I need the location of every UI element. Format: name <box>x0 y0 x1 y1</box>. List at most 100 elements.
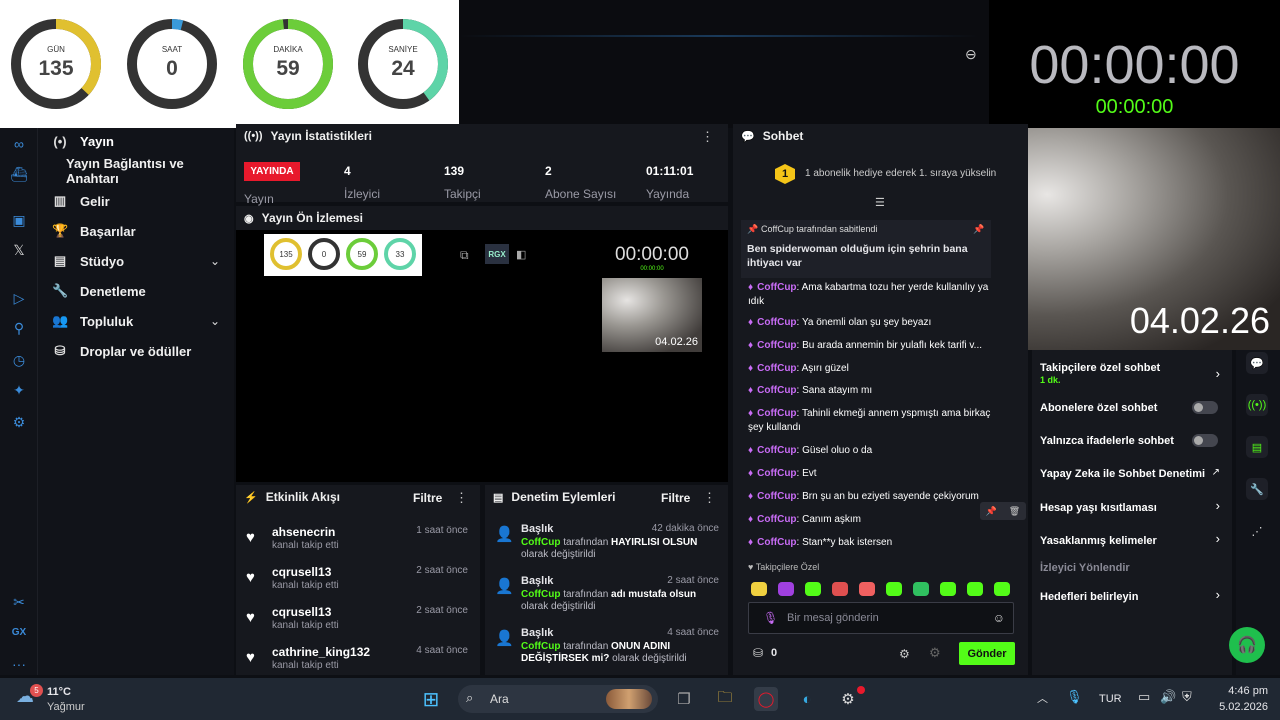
toggle-icon[interactable]: ◧ <box>516 248 526 261</box>
cut-icon[interactable]: ✂ <box>9 592 29 612</box>
kebab-menu-icon[interactable]: ⋮ <box>703 490 716 506</box>
gx-icon[interactable]: GX <box>9 622 29 642</box>
unpin-icon[interactable]: 📌 <box>973 224 984 235</box>
nav-droplar[interactable]: ⛁ Droplar ve ödüller <box>52 340 192 362</box>
chat-username[interactable]: CoffCup <box>757 491 796 502</box>
chat-username[interactable]: CoffCup <box>757 468 796 479</box>
chat-username[interactable]: CoffCup <box>757 537 796 548</box>
display-icon[interactable]: ▭ <box>1138 689 1150 705</box>
play-icon[interactable]: ▷ <box>9 288 29 308</box>
speaker-icon[interactable]: 🔊 <box>1160 689 1176 705</box>
nav-basarilar[interactable]: 🏆 Başarılar <box>52 220 136 242</box>
twitch-icon[interactable]: ▣ <box>9 210 29 230</box>
activity-filter-button[interactable]: Filtre <box>413 491 442 505</box>
emote-icon[interactable] <box>805 582 821 596</box>
nav-denetleme[interactable]: 🔧 Denetleme <box>52 280 146 302</box>
nav-topluluk[interactable]: 👥 Topluluk <box>52 310 133 332</box>
popout-icon[interactable]: ⧉ <box>460 248 469 263</box>
emote-icon[interactable] <box>940 582 956 596</box>
emote-icon[interactable] <box>832 582 848 596</box>
chat-username[interactable]: CoffCup <box>757 385 796 396</box>
help-support-button[interactable]: 🎧 <box>1229 627 1265 663</box>
chat-username[interactable]: CoffCup <box>757 408 796 419</box>
chat-username[interactable]: CoffCup <box>757 514 796 525</box>
gear-icon[interactable]: ⚙ <box>9 412 29 432</box>
chevron-right-icon[interactable]: › <box>1216 366 1220 381</box>
setting-goals[interactable]: Hedefleri belirleyin <box>1040 591 1138 603</box>
filter-lines-icon[interactable]: ☰ <box>875 196 885 209</box>
windows-start-icon[interactable]: ⊞ <box>419 687 443 711</box>
mod-user[interactable]: CoffCup <box>521 537 560 548</box>
emote-icon[interactable] <box>913 582 929 596</box>
chevron-up-icon[interactable]: ︿ <box>1037 690 1048 706</box>
activity-user[interactable]: cqrusell13 <box>272 605 331 619</box>
x-icon[interactable]: 𝕏 <box>9 240 29 260</box>
setting-banned-words[interactable]: Yasaklanmış kelimeler <box>1040 535 1157 547</box>
rgx-button[interactable]: RGX <box>485 244 509 264</box>
emote-icon[interactable] <box>859 582 875 596</box>
pin-icon[interactable]: 📌 <box>986 506 997 517</box>
setting-followers-only[interactable]: Takipçilere özel sohbet <box>1040 362 1160 374</box>
settings-icon[interactable]: ⚙ <box>899 647 910 661</box>
task-view-icon[interactable]: ❐ <box>672 687 696 711</box>
mic-icon[interactable]: 🎙 <box>1066 689 1083 705</box>
chat-username[interactable]: CoffCup <box>757 340 796 351</box>
setting-ai-moderation[interactable]: Yapay Zeka ile Sohbet Denetimi <box>1040 468 1205 480</box>
chat-input[interactable]: 🎙 Bir mesaj gönderin ☺ <box>748 602 1014 634</box>
chat-icon[interactable]: 💬 <box>1246 352 1268 374</box>
emote-icon[interactable] <box>751 582 767 596</box>
external-link-icon[interactable]: ↗ <box>1212 467 1220 478</box>
taskbar-search[interactable]: ⌕ Ara <box>458 685 658 713</box>
subscribers-only-toggle[interactable] <box>1192 401 1218 414</box>
nav-studyo[interactable]: ▤ Stüdyo <box>52 250 222 272</box>
emote-icon[interactable] <box>886 582 902 596</box>
ship-icon[interactable]: ⛴ <box>9 164 29 184</box>
pin-icon[interactable]: ⚲ <box>9 318 29 338</box>
kebab-menu-icon[interactable]: ⋮ <box>701 129 714 145</box>
activity-user[interactable]: ahsenecrin <box>272 525 335 539</box>
clock-date[interactable]: 5.02.2026 <box>1206 701 1268 713</box>
send-button[interactable]: Gönder <box>959 642 1015 665</box>
emote-icon[interactable] <box>778 582 794 596</box>
setting-account-age[interactable]: Hesap yaşı kısıtlaması <box>1040 502 1157 514</box>
emote-only-toggle[interactable] <box>1192 434 1218 447</box>
zoom-out-icon[interactable]: ⊖ <box>965 46 977 63</box>
emote-icon[interactable] <box>967 582 983 596</box>
chat-username[interactable]: CoffCup <box>757 317 796 328</box>
mod-user[interactable]: CoffCup <box>521 641 560 652</box>
more-icon[interactable]: ··· <box>9 654 29 674</box>
bot-icon[interactable]: ⚙ <box>929 645 941 661</box>
puzzle-icon[interactable]: ✦ <box>9 380 29 400</box>
wrench-icon[interactable]: 🔧 <box>1246 478 1268 500</box>
weather-temp[interactable]: 11°C <box>47 686 71 698</box>
clock-icon[interactable]: ◷ <box>9 350 29 370</box>
layout-icon[interactable]: ▤ <box>1246 436 1268 458</box>
language-indicator[interactable]: TUR <box>1099 693 1122 705</box>
nav-gelir[interactable]: ▥ Gelir <box>52 190 110 212</box>
activity-user[interactable]: cathrine_king132 <box>272 645 370 659</box>
store-icon[interactable]: ⛁ <box>753 646 763 660</box>
chevron-down-icon[interactable]: ⌄ <box>210 314 220 328</box>
chat-username[interactable]: CoffCup <box>757 363 796 374</box>
share-icon[interactable]: ⋰ <box>1246 520 1268 542</box>
shield-icon[interactable]: ⛨ <box>1182 689 1192 705</box>
glasses-icon[interactable]: ∞ <box>9 134 29 154</box>
chat-username[interactable]: CoffCup <box>757 445 796 456</box>
broadcast-icon[interactable]: ((•)) <box>1246 394 1268 416</box>
emoji-icon[interactable]: ☺ <box>993 611 1005 625</box>
gift-prompt[interactable]: 1 abonelik hediye ederek 1. sıraya yükse… <box>805 168 996 179</box>
edge-icon[interactable]: ◐ <box>795 687 819 711</box>
moderation-filter-button[interactable]: Filtre <box>661 491 690 505</box>
nav-stream-key[interactable]: Yayın Bağlantısı ve Anahtarı <box>66 156 234 186</box>
kebab-menu-icon[interactable]: ⋮ <box>455 490 468 506</box>
trash-icon[interactable]: 🗑 <box>1009 506 1020 517</box>
chevron-right-icon[interactable]: › <box>1216 531 1220 546</box>
chevron-right-icon[interactable]: › <box>1216 498 1220 513</box>
file-explorer-icon[interactable]: 🗀 <box>713 687 737 711</box>
activity-user[interactable]: cqrusell13 <box>272 565 331 579</box>
chevron-right-icon[interactable]: › <box>1216 587 1220 602</box>
clock-time[interactable]: 4:46 pm <box>1212 685 1268 697</box>
opera-gx-icon[interactable]: ◯ <box>754 687 778 711</box>
mod-user[interactable]: CoffCup <box>521 589 560 600</box>
chat-username[interactable]: CoffCup <box>757 282 796 293</box>
